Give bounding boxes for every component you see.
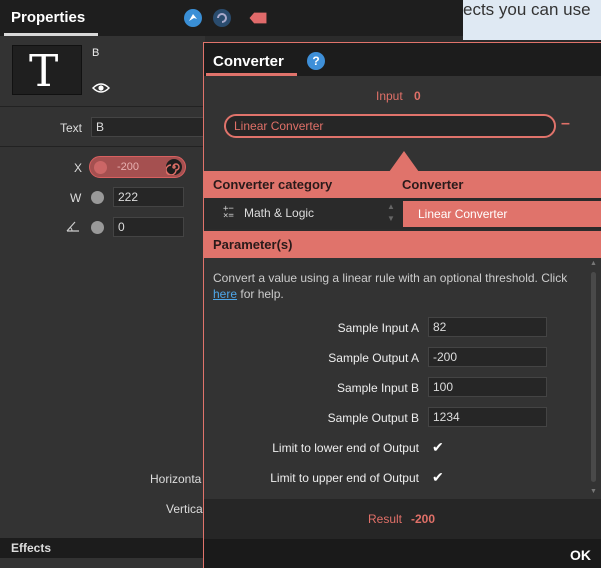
selection-notch [389, 151, 419, 172]
category-header: Converter category [213, 177, 333, 192]
text-layer-glyph: T [29, 46, 59, 97]
properties-header: Properties [0, 0, 463, 36]
horizontal-label: Horizonta [150, 472, 202, 486]
dialog-footer: OK [204, 539, 601, 568]
sync-dark-icon[interactable] [212, 8, 232, 28]
text-layer-thumbnail[interactable]: T [12, 45, 82, 97]
converter-item-linear[interactable]: Linear Converter [403, 201, 601, 227]
category-list: +− ×= Math & Logic ▲ ▼ Linear Converter [204, 198, 601, 229]
check-label: Limit to upper end of Output [270, 471, 419, 485]
angle-icon [66, 221, 79, 232]
visibility-eye-icon[interactable] [92, 81, 110, 95]
angle-field[interactable]: 0 [113, 217, 184, 237]
canvas-text: ects you can use [463, 0, 591, 19]
scroll-up-icon[interactable]: ▲ [590, 260, 597, 267]
x-value-field[interactable]: -200 [89, 156, 186, 178]
description-text: Convert a value using a linear rule with… [213, 271, 568, 285]
param-label: Sample Output B [327, 411, 419, 425]
parameters-panel: Convert a value using a linear rule with… [204, 258, 601, 499]
help-link[interactable]: here [213, 287, 237, 301]
description-tail: for help. [237, 287, 284, 301]
result-section: Result -200 [204, 499, 601, 539]
scrollbar-thumb[interactable] [591, 272, 596, 482]
vertical-label: Vertica [166, 502, 203, 516]
result-value: -200 [411, 512, 436, 526]
category-item-math-logic[interactable]: Math & Logic [244, 206, 314, 220]
text-field[interactable]: B [91, 117, 205, 137]
layer-name: B [92, 47, 100, 59]
sample-input-a-field[interactable]: 82 [428, 317, 547, 337]
limit-upper-checkbox[interactable]: ✔ [432, 470, 447, 485]
limit-lower-checkbox[interactable]: ✔ [432, 440, 447, 455]
w-label: W [70, 191, 82, 205]
app-root: Properties ects you can use T B Text B X… [0, 0, 601, 568]
input-label: Input [376, 89, 403, 103]
converter-header: Converter [402, 177, 464, 192]
input-value: 0 [414, 89, 421, 103]
sample-output-a-field[interactable]: -200 [428, 347, 547, 367]
param-label: Sample Input A [337, 321, 419, 335]
selected-converter-label: Linear Converter [234, 119, 324, 133]
divider [0, 146, 205, 147]
sample-input-b-field[interactable]: 100 [428, 377, 547, 397]
tag-icon[interactable] [248, 8, 274, 28]
connection-dot-icon[interactable] [91, 221, 104, 234]
text-label: Text [60, 121, 83, 135]
properties-panel [0, 36, 205, 568]
converter-title: Converter [213, 53, 284, 70]
x-value: -200 [117, 161, 140, 173]
x-label: X [74, 161, 83, 175]
check-label: Limit to lower end of Output [272, 441, 419, 455]
sync-blue-icon[interactable] [183, 8, 203, 28]
category-scroll-arrows-icon[interactable]: ▲ ▼ [387, 201, 395, 225]
effects-section-header[interactable]: Effects [0, 538, 205, 558]
w-field[interactable]: 222 [113, 187, 184, 207]
result-label: Result [368, 512, 403, 526]
remove-converter-button[interactable]: – [561, 115, 570, 133]
help-icon[interactable]: ? [307, 52, 325, 70]
category-header-bar: Converter category Converter [204, 171, 601, 198]
connection-dot-icon[interactable] [91, 191, 104, 204]
parameters-scrollbar[interactable]: ▲ ▼ [590, 260, 597, 495]
properties-title: Properties [11, 9, 86, 26]
param-label: Sample Output A [328, 351, 419, 365]
canvas-preview: ects you can use [463, 0, 601, 40]
scroll-down-icon[interactable]: ▼ [590, 488, 597, 495]
parameters-header: Parameter(s) [213, 237, 293, 252]
effects-label: Effects [11, 541, 52, 555]
connection-dot-icon[interactable] [94, 161, 107, 174]
converter-description: Convert a value using a linear rule with… [213, 270, 583, 302]
spiral-icon[interactable] [165, 159, 182, 176]
math-operators-icon: +− ×= [223, 204, 234, 221]
selected-converter-pill[interactable]: Linear Converter [224, 114, 556, 138]
sample-output-b-field[interactable]: 1234 [428, 407, 547, 427]
converter-dialog-header: Converter ? [204, 43, 601, 76]
ok-button[interactable]: OK [570, 547, 591, 563]
parameters-header-bar: Parameter(s) [204, 231, 601, 258]
param-label: Sample Input B [336, 381, 419, 395]
converter-dialog: Converter ? Input 0 Linear Converter – C… [203, 42, 601, 568]
converter-item-label: Linear Converter [418, 207, 508, 221]
divider [0, 106, 205, 107]
